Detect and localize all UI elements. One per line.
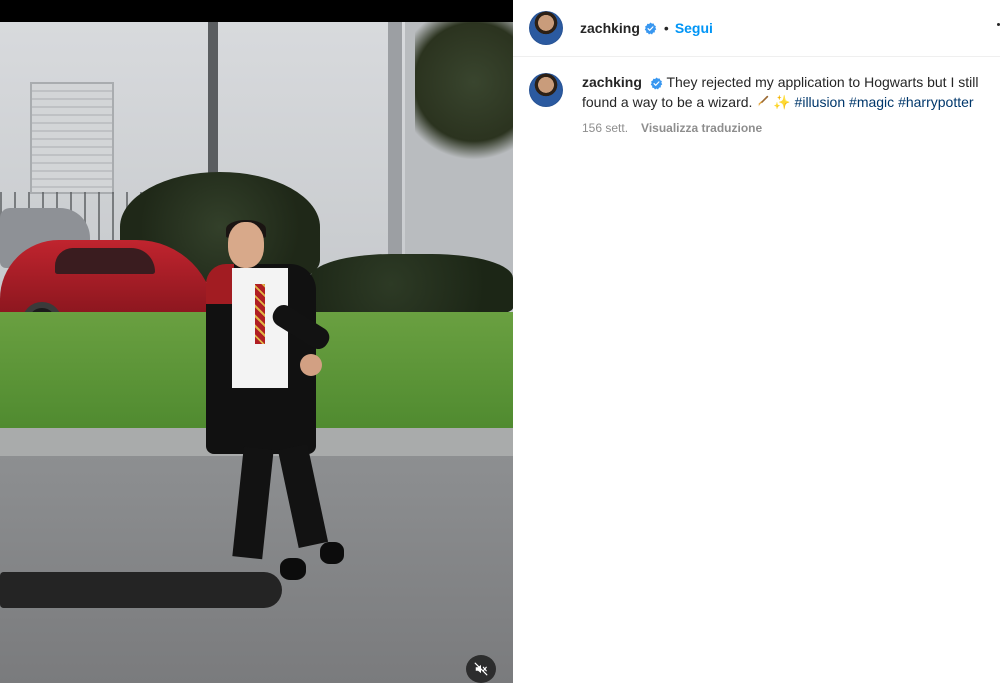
username-link[interactable]: zachking [580,20,640,36]
comment-body: zachking They rejected my application to… [582,72,1000,135]
building-column [388,22,402,282]
hashtag-link[interactable]: #harrypotter [898,94,973,110]
avatar[interactable] [529,73,563,107]
timestamp[interactable]: 156 sett. [582,121,628,135]
hand [300,354,322,376]
mute-toggle-button[interactable] [466,655,496,683]
caption-username[interactable]: zachking [582,74,642,90]
shoe [280,558,306,580]
verified-badge-icon [650,77,663,90]
broom-emoji [757,95,769,107]
more-options-icon[interactable] [992,19,1000,33]
video-frame[interactable] [0,22,513,683]
verified-badge-icon [644,22,657,34]
leg [277,443,329,549]
post-side-panel: zachking • Segui zachking They rejected … [513,0,1000,683]
post-media[interactable] [0,0,513,683]
audio-muted-icon [474,662,488,676]
car-window [55,248,155,274]
see-translation-button[interactable]: Visualizza traduzione [641,121,762,135]
robe-lining [206,264,234,304]
post-header: zachking • Segui [513,0,1000,57]
avatar[interactable] [529,11,563,45]
caption: zachking They rejected my application to… [582,72,1000,112]
head [228,222,264,268]
shoe [320,542,344,564]
caption-comment: zachking They rejected my application to… [529,72,1000,135]
person-figure [200,220,345,580]
sparkles-emoji: ✨ [773,94,791,110]
garage-door [30,82,114,194]
separator-dot: • [663,20,669,36]
follow-button[interactable]: Segui [675,20,713,36]
caption-meta: 156 sett. Visualizza traduzione [582,121,1000,135]
hashtag-link[interactable]: #illusion [795,94,846,110]
leg [232,446,274,560]
tie [255,284,265,344]
tree [415,22,513,172]
hashtag-link[interactable]: #magic [849,94,894,110]
